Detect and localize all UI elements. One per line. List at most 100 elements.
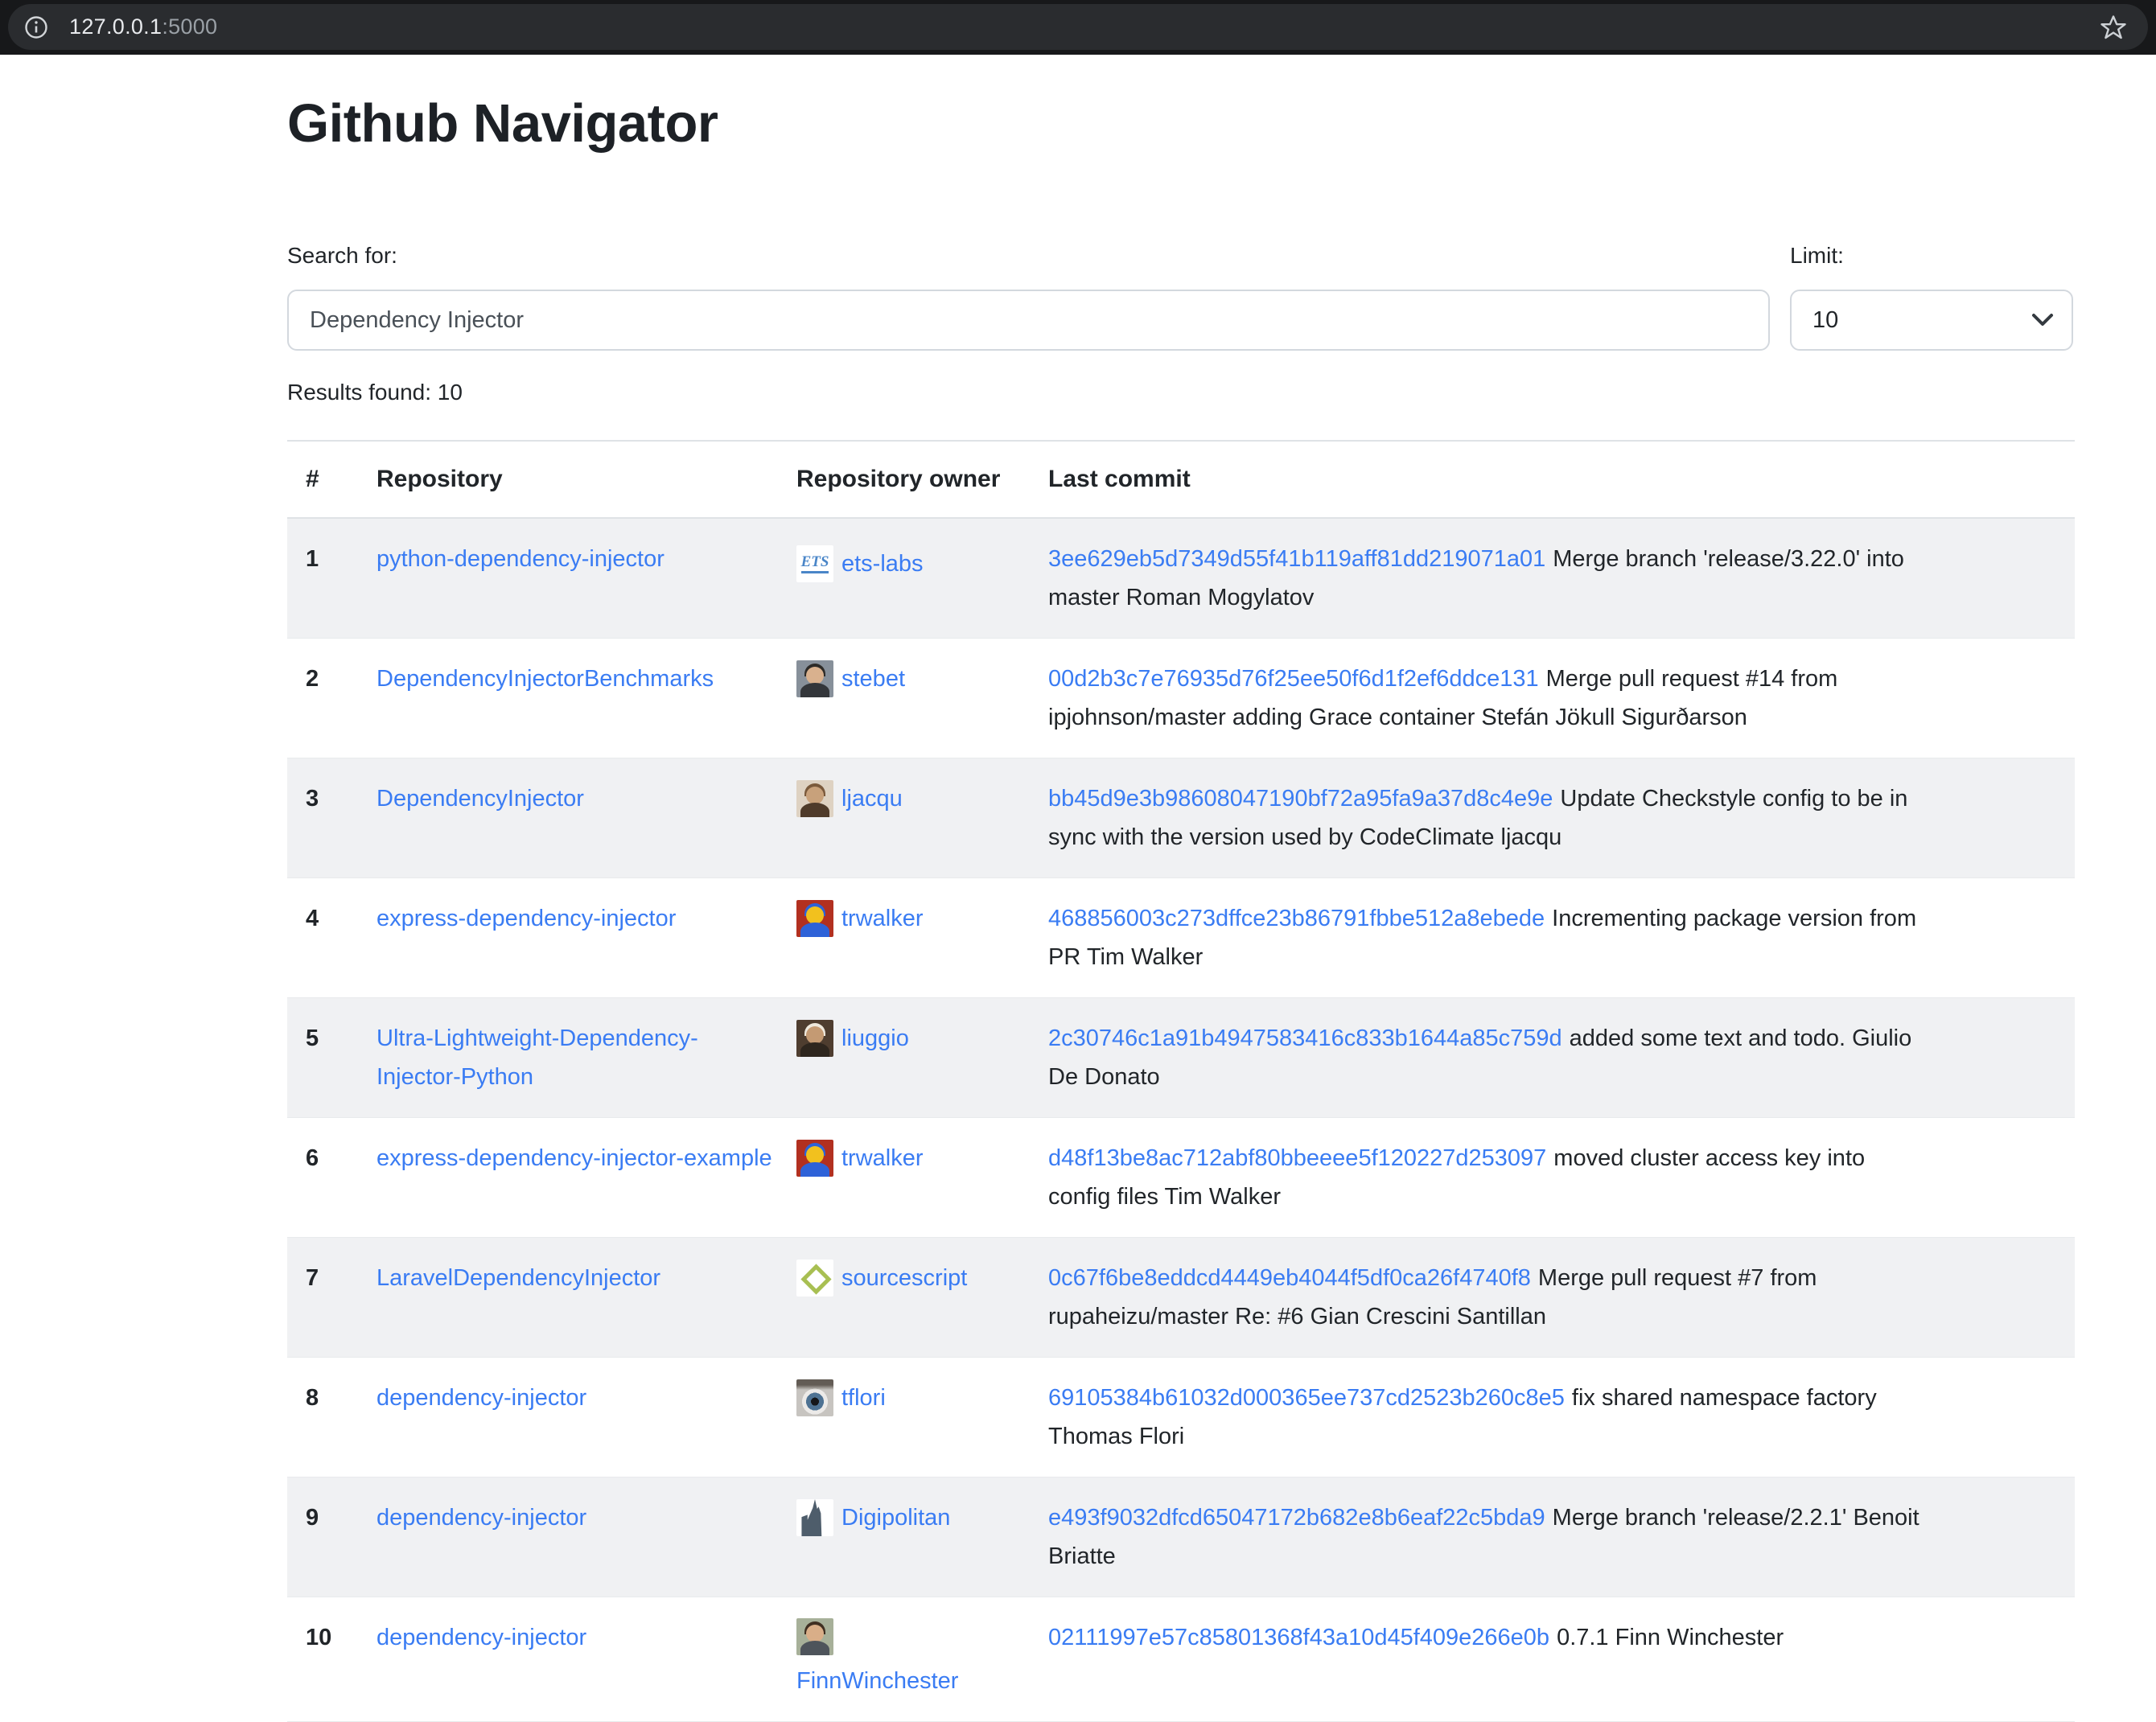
owner-link[interactable]: tflori <box>796 1379 886 1417</box>
owner-name: sourcescript <box>841 1259 967 1297</box>
limit-label: Limit: <box>1790 242 2073 269</box>
repo-link[interactable]: python-dependency-injector <box>376 546 664 572</box>
url-text: 127.0.0.1:5000 <box>69 14 217 39</box>
url-host: 127.0.0.1 <box>69 14 162 39</box>
column-header-last-commit: Last commit <box>1048 441 2075 518</box>
table-row: 8dependency-injector tflori 69105384b61032… <box>287 1358 2075 1477</box>
table-header-row: # Repository Repository owner Last commi… <box>287 441 2075 518</box>
repo-link[interactable]: LaravelDependencyInjector <box>376 1265 660 1291</box>
owner-link[interactable]: ETS ets-labs <box>796 545 924 583</box>
owner-name: ets-labs <box>841 545 924 583</box>
repo-link[interactable]: dependency-injector <box>376 1625 586 1650</box>
column-header-repository: Repository <box>376 441 796 518</box>
limit-group: Limit: 10 <box>1790 242 2073 351</box>
ets-labs-logo-avatar: ETS <box>796 545 833 582</box>
results-table-body: 1python-dependency-injectorETSets-labs3e… <box>287 518 2075 1722</box>
trwalker-avatar <box>796 900 833 937</box>
limit-select[interactable]: 10 <box>1790 290 2073 351</box>
avatar-shirt <box>800 923 829 937</box>
commit-hash-link[interactable]: 2c30746c1a91b4947583416c833b1644a85c759d <box>1048 1025 1562 1051</box>
repo-link[interactable]: express-dependency-injector <box>376 906 676 931</box>
stebet-avatar <box>796 660 833 697</box>
page-content: Github Navigator Search for: Limit: 10 R… <box>0 90 2156 1722</box>
tflori-avatar <box>796 1379 833 1416</box>
owner-name: trwalker <box>841 1139 924 1177</box>
owner-name: Digipolitan <box>841 1498 950 1537</box>
row-number: 4 <box>287 878 376 998</box>
owner-link[interactable]: stebet <box>796 660 905 698</box>
row-number: 5 <box>287 998 376 1118</box>
info-icon[interactable] <box>24 15 48 39</box>
digipolitan-logo-avatar <box>796 1499 833 1536</box>
repo-link[interactable]: dependency-injector <box>376 1385 586 1411</box>
url-bar[interactable]: 127.0.0.1:5000 <box>8 4 2148 50</box>
row-number: 7 <box>287 1238 376 1358</box>
avatar-shirt <box>800 683 829 697</box>
table-row: 7LaravelDependencyInjector sourcescript 0c… <box>287 1238 2075 1358</box>
table-row: 1python-dependency-injectorETSets-labs3e… <box>287 518 2075 639</box>
avatar-head <box>806 787 824 804</box>
table-row: 3DependencyInjector ljacqu bb45d9e3b986080… <box>287 758 2075 878</box>
search-input[interactable] <box>287 290 1770 351</box>
avatar-head <box>806 1146 824 1164</box>
repo-link[interactable]: DependencyInjector <box>376 786 584 812</box>
commit-hash-link[interactable]: 00d2b3c7e76935d76f25ee50f6d1f2ef6ddce131 <box>1048 666 1539 692</box>
repo-link[interactable]: express-dependency-injector-example <box>376 1145 772 1171</box>
row-number: 3 <box>287 758 376 878</box>
repo-link[interactable]: Ultra-Lightweight-Dependency-Injector-Py… <box>376 1025 698 1090</box>
browser-address-bar: 127.0.0.1:5000 <box>0 0 2156 55</box>
search-label: Search for: <box>287 242 1770 269</box>
commit-hash-link[interactable]: 468856003c273dffce23b86791fbbe512a8ebede <box>1048 906 1545 931</box>
owner-name: ljacqu <box>841 779 903 818</box>
commit-hash-link[interactable]: 3ee629eb5d7349d55f41b119aff81dd219071a01 <box>1048 546 1545 572</box>
ljacqu-avatar <box>796 780 833 817</box>
repo-link[interactable]: DependencyInjectorBenchmarks <box>376 666 714 692</box>
owner-link[interactable]: trwalker <box>796 1139 924 1177</box>
owner-name: stebet <box>841 660 905 698</box>
avatar-shirt <box>800 803 829 817</box>
table-row: 9dependency-injector Digipolitan e493f9032… <box>287 1477 2075 1597</box>
search-controls: Search for: Limit: 10 <box>287 242 2073 351</box>
owner-name: trwalker <box>841 899 924 938</box>
owner-link[interactable]: FinnWinchester <box>796 1618 1048 1700</box>
commit-hash-link[interactable]: 69105384b61032d000365ee737cd2523b260c8e5 <box>1048 1385 1565 1411</box>
results-count: Results found: 10 <box>287 379 2073 406</box>
avatar-head <box>806 1625 824 1642</box>
page-title: Github Navigator <box>287 90 2073 158</box>
table-row: 2DependencyInjectorBenchmarks stebet 00d2b… <box>287 639 2075 758</box>
avatar-shirt <box>800 1042 829 1057</box>
url-port: :5000 <box>162 14 217 39</box>
commit-message: 0.7.1 Finn Winchester <box>1557 1625 1784 1650</box>
row-number: 9 <box>287 1477 376 1597</box>
row-number: 6 <box>287 1118 376 1238</box>
avatar-head <box>806 906 824 924</box>
commit-hash-link[interactable]: d48f13be8ac712abf80bbeeee5f120227d253097 <box>1048 1145 1546 1171</box>
finnwinchester-avatar <box>796 1618 833 1655</box>
commit-hash-link[interactable]: e493f9032dfcd65047172b682e8b6eaf22c5bda9 <box>1048 1505 1545 1531</box>
row-number: 10 <box>287 1597 376 1722</box>
owner-link[interactable]: ljacqu <box>796 779 903 818</box>
avatar-shirt <box>800 1641 829 1655</box>
ets-logo-text: ETS <box>801 554 829 573</box>
row-number: 2 <box>287 639 376 758</box>
owner-link[interactable]: Digipolitan <box>796 1498 950 1537</box>
results-table: # Repository Repository owner Last commi… <box>287 440 2075 1722</box>
avatar-head <box>806 667 824 684</box>
owner-link[interactable]: trwalker <box>796 899 924 938</box>
commit-hash-link[interactable]: 0c67f6be8eddcd4449eb4044f5df0ca26f4740f8 <box>1048 1265 1531 1291</box>
avatar-shirt <box>800 1162 829 1177</box>
sourcescript-logo-avatar <box>796 1260 833 1297</box>
repo-link[interactable]: dependency-injector <box>376 1505 586 1531</box>
row-number: 8 <box>287 1358 376 1477</box>
owner-name: FinnWinchester <box>796 1668 958 1694</box>
avatar-head <box>806 1026 824 1044</box>
owner-link[interactable]: liuggio <box>796 1019 909 1058</box>
table-row: 4express-dependency-injector trwalker 4688… <box>287 878 2075 998</box>
owner-name: liuggio <box>841 1019 909 1058</box>
owner-link[interactable]: sourcescript <box>796 1259 967 1297</box>
commit-hash-link[interactable]: 02111997e57c85801368f43a10d45f409e266e0b <box>1048 1625 1549 1650</box>
table-row: 6express-dependency-injector-example trwa… <box>287 1118 2075 1238</box>
owner-name: tflori <box>841 1379 886 1417</box>
commit-hash-link[interactable]: bb45d9e3b98608047190bf72a95fa9a37d8c4e9e <box>1048 786 1553 812</box>
bookmark-star-icon[interactable] <box>2100 14 2127 41</box>
